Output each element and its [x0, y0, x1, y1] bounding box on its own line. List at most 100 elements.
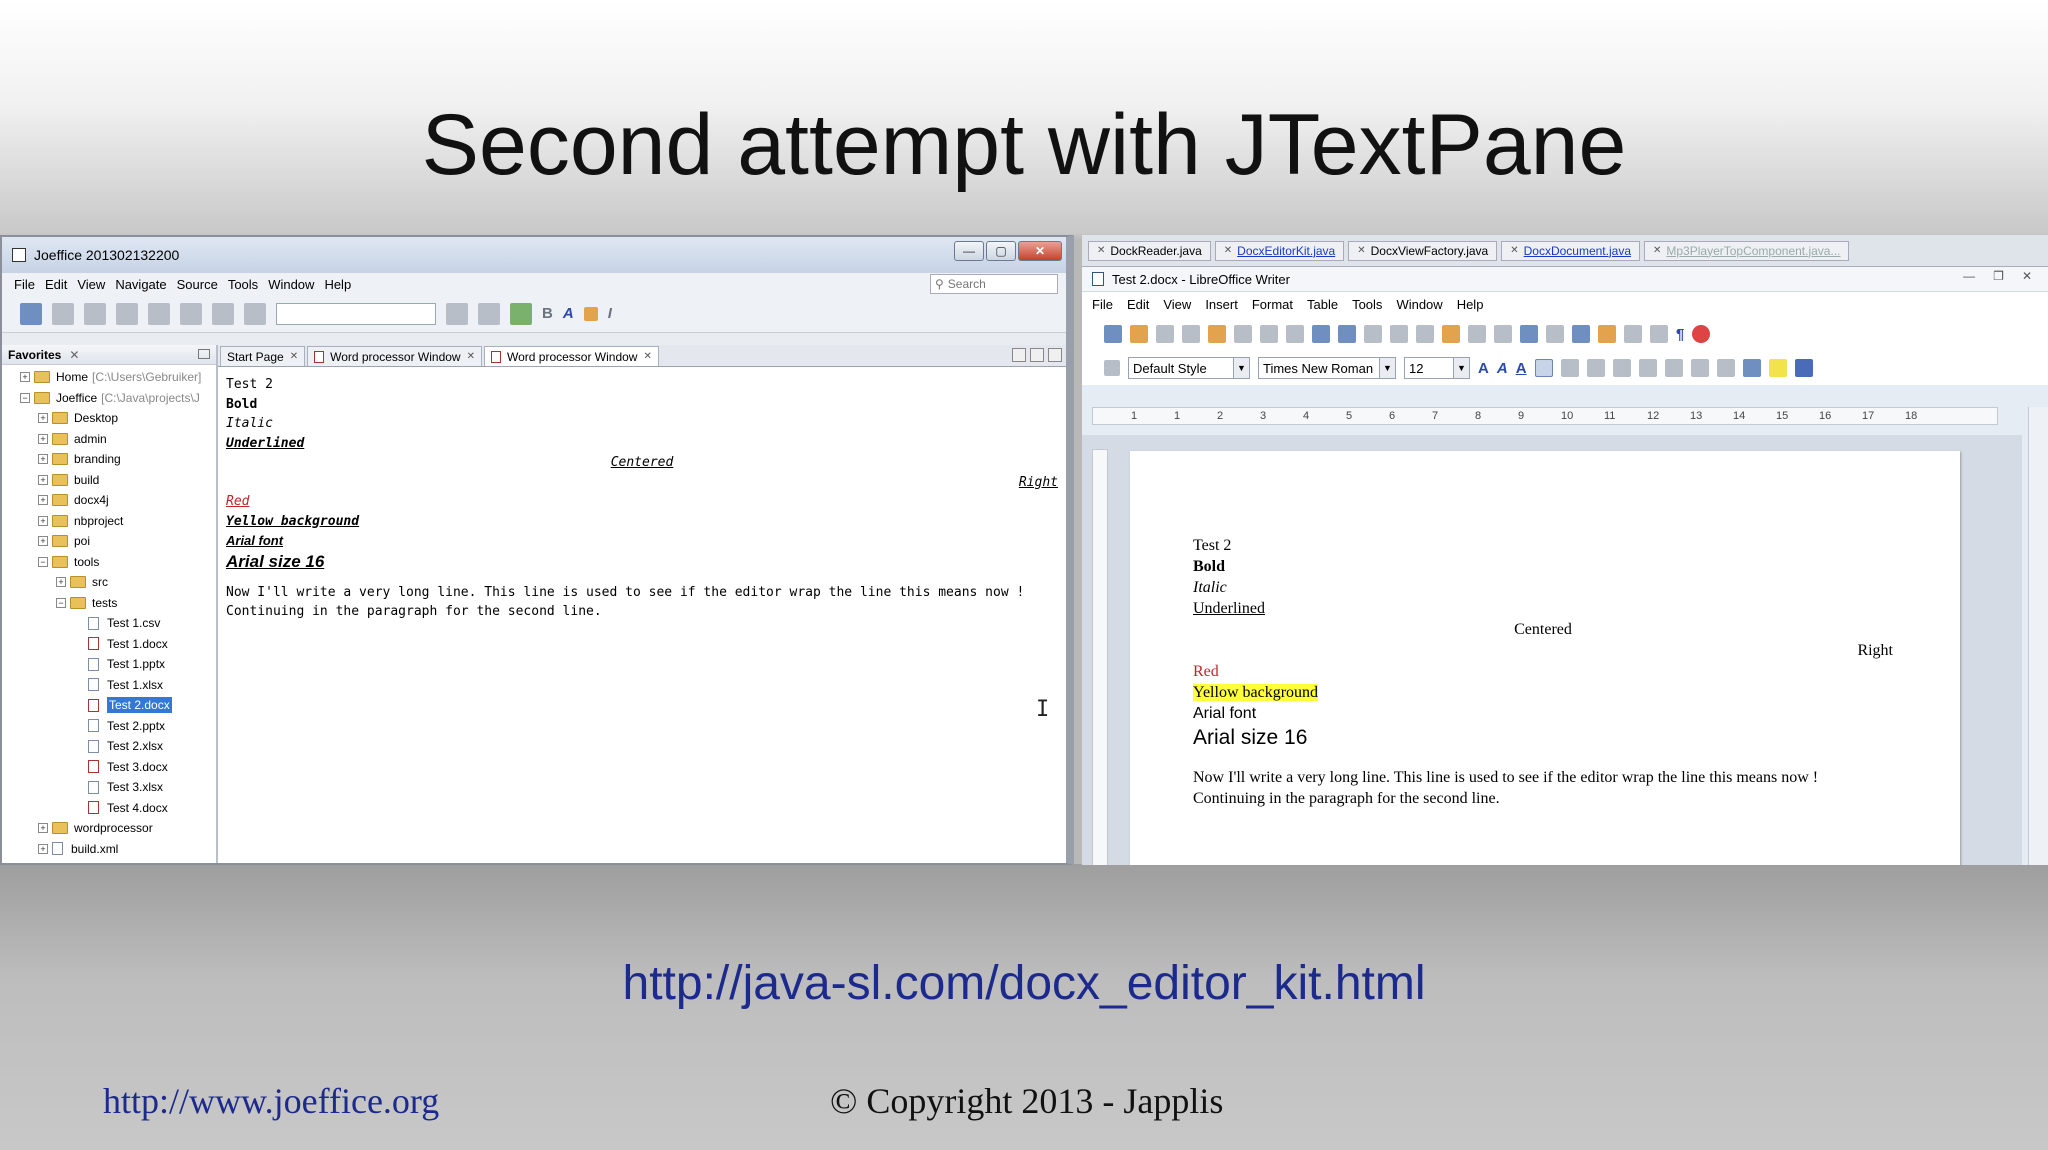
tree-item[interactable]: + Home [C:\Users\Gebruiker] [2, 367, 216, 388]
close-tab-icon[interactable]: ✕ [1224, 245, 1232, 256]
menu-edit[interactable]: Edit [45, 277, 67, 292]
copy-icon[interactable] [1390, 325, 1408, 343]
minimize-panel-icon[interactable] [198, 349, 210, 359]
close-button[interactable]: ✕ [1018, 241, 1062, 261]
font-size-combo[interactable]: 12 ▼ [1404, 357, 1470, 379]
build-icon[interactable] [446, 302, 468, 325]
underline-icon[interactable]: A [1516, 360, 1527, 377]
expand-icon[interactable]: + [38, 474, 48, 485]
close-tab-icon[interactable]: ✕ [1357, 245, 1365, 256]
paste-icon[interactable] [1416, 325, 1434, 343]
tree-item[interactable]: − Joeffice [C:\Java\projects\J [2, 388, 216, 409]
expand-icon[interactable]: + [38, 495, 48, 506]
menu-edit[interactable]: Edit [1127, 297, 1149, 312]
jtextpane-document[interactable]: Test 2 Bold Italic Underlined Centered R… [226, 375, 1058, 622]
tree-item[interactable]: Test 2.xlsx [2, 736, 216, 757]
tree-item[interactable]: + wordprocessor [2, 818, 216, 839]
edit-file-icon[interactable] [1208, 325, 1226, 343]
spellcheck-icon[interactable] [1312, 325, 1330, 343]
show-draw-icon[interactable] [1572, 325, 1590, 343]
menu-format[interactable]: Format [1252, 297, 1293, 312]
align-right-icon[interactable] [1586, 359, 1605, 377]
tree-item[interactable]: Test 3.xlsx [2, 777, 216, 798]
decrease-indent-icon[interactable] [1690, 359, 1709, 377]
close-tab-icon[interactable]: ✕ [467, 351, 475, 362]
menu-view[interactable]: View [77, 277, 105, 292]
italic-icon[interactable]: I [608, 305, 612, 322]
background-color-icon[interactable] [1794, 359, 1813, 377]
expand-icon[interactable]: + [20, 372, 30, 383]
font-color-icon[interactable] [1742, 359, 1761, 377]
close-tab-icon[interactable]: ✕ [1097, 245, 1105, 256]
bullets-icon[interactable] [1664, 359, 1683, 377]
bold-icon[interactable]: A [1478, 360, 1489, 377]
copy-icon[interactable] [148, 302, 170, 325]
vertical-ruler[interactable] [1092, 449, 1108, 865]
run-icon[interactable] [510, 302, 532, 325]
joeffice-title-bar[interactable]: Joeffice 201302132200 — ▢ ✕ [2, 237, 1066, 273]
autospellcheck-icon[interactable] [1338, 325, 1356, 343]
tree-item[interactable]: + admin [2, 429, 216, 450]
table-icon[interactable] [1546, 325, 1564, 343]
tree-item[interactable]: Test 1.docx [2, 634, 216, 655]
editor-tab[interactable]: Word processor Window ✕ [483, 346, 659, 366]
ide-tab[interactable]: ✕ DocxEditorKit.java [1214, 240, 1345, 261]
redo-icon[interactable] [244, 302, 266, 325]
justify-icon[interactable] [1612, 359, 1631, 377]
menu-tools[interactable]: Tools [1352, 297, 1382, 312]
menu-insert[interactable]: Insert [1205, 297, 1238, 312]
expand-icon[interactable]: + [38, 433, 48, 444]
tree-item[interactable]: + build [2, 470, 216, 491]
tree-item[interactable]: + docx4j [2, 490, 216, 511]
minimize-button[interactable]: — [954, 241, 984, 261]
tree-item[interactable]: − tests [2, 593, 216, 614]
tree-item[interactable]: Test 2.docx [2, 695, 216, 716]
clean-build-icon[interactable] [478, 302, 500, 325]
undo-icon[interactable] [212, 302, 234, 325]
tree-item[interactable]: + Desktop [2, 408, 216, 429]
menu-table[interactable]: Table [1307, 297, 1338, 312]
bold-icon[interactable]: B [542, 305, 553, 322]
menu-view[interactable]: View [1163, 297, 1191, 312]
numbering-icon[interactable] [1638, 359, 1657, 377]
menu-help[interactable]: Help [324, 277, 351, 292]
expand-icon[interactable]: + [38, 413, 48, 424]
maximize-button[interactable]: ▢ [986, 241, 1016, 261]
save-icon[interactable] [1156, 325, 1174, 343]
menu-file[interactable]: File [14, 277, 35, 292]
expand-icon[interactable]: + [38, 515, 48, 526]
styles-icon[interactable] [1104, 360, 1120, 376]
navigator-icon[interactable] [1598, 325, 1616, 343]
tree-item[interactable]: + poi [2, 531, 216, 552]
open-project-icon[interactable] [20, 302, 42, 325]
color-icon[interactable] [583, 306, 598, 321]
scroll-tabs-button[interactable] [1012, 348, 1026, 362]
expand-icon[interactable]: + [38, 823, 48, 834]
save-icon[interactable] [52, 302, 74, 325]
tree-item[interactable]: Test 1.pptx [2, 654, 216, 675]
collapse-icon[interactable]: − [56, 597, 66, 608]
paste-icon[interactable] [180, 302, 202, 325]
tree-item[interactable]: − tools [2, 552, 216, 573]
italic-icon[interactable]: A [1497, 360, 1508, 377]
close-tab-icon[interactable]: ✕ [1510, 245, 1518, 256]
tree-item[interactable]: Test 2.pptx [2, 716, 216, 737]
expand-icon[interactable]: + [38, 843, 48, 854]
maximize-editor-button[interactable] [1048, 348, 1062, 362]
close-button[interactable]: ✕ [2022, 269, 2032, 283]
close-tab-icon[interactable]: ✕ [643, 351, 651, 362]
search-box[interactable]: ⚲ Search [930, 274, 1058, 294]
menu-tools[interactable]: Tools [228, 277, 258, 292]
new-document-icon[interactable] [1104, 325, 1122, 343]
expand-icon[interactable]: + [38, 536, 48, 547]
menu-help[interactable]: Help [1457, 297, 1484, 312]
align-center-icon[interactable] [1560, 359, 1579, 377]
expand-icon[interactable]: + [56, 577, 66, 588]
menu-window[interactable]: Window [268, 277, 314, 292]
increase-indent-icon[interactable] [1716, 359, 1735, 377]
gallery-icon[interactable] [1624, 325, 1642, 343]
ide-tab[interactable]: ✕ Mp3PlayerTopComponent.java... [1644, 240, 1850, 261]
minimize-button[interactable]: — [1963, 269, 1975, 283]
menu-navigate[interactable]: Navigate [115, 277, 166, 292]
align-left-icon[interactable] [1534, 359, 1553, 377]
